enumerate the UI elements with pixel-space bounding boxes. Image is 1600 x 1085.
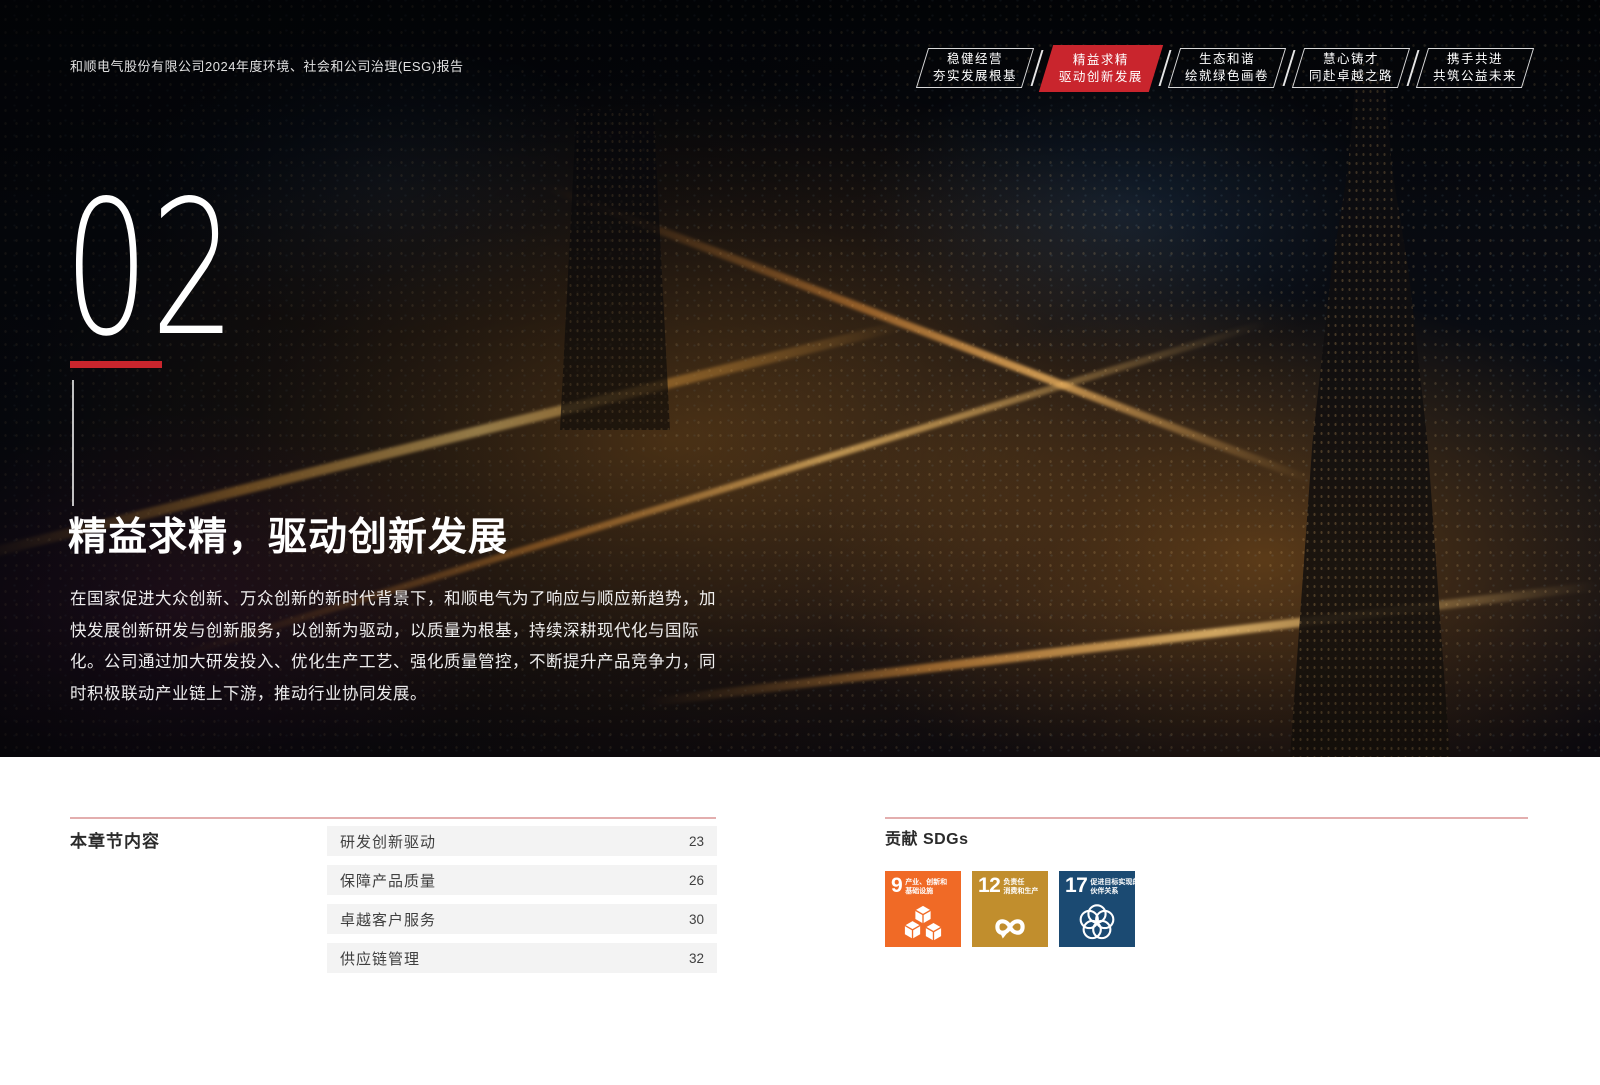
tab-ecology[interactable]: 生态和谐绘就绿色画卷 (1168, 48, 1286, 88)
sdg-title: 负责任消费和生产 (1003, 878, 1038, 896)
sdg12-infinity-icon (972, 911, 1048, 943)
sdg-12-tile: 12 负责任消费和生产 (972, 871, 1048, 947)
report-title: 和顺电气股份有限公司2024年度环境、社会和公司治理(ESG)报告 (70, 56, 464, 75)
sdg-9-tile: 9 产业、创新和基础设施 (885, 871, 961, 947)
sdg-heading: 贡献 SDGs (885, 825, 969, 849)
sdg-title: 促进目标实现的伙伴关系 (1090, 878, 1139, 896)
toc-item-label: 卓越客户服务 (340, 909, 436, 930)
chapter-vertical-line (72, 380, 74, 506)
sdg-tile-header: 9 产业、创新和基础设施 (891, 876, 955, 896)
sdg-number: 17 (1065, 876, 1087, 896)
sdg-icon-row: 9 产业、创新和基础设施 (885, 871, 1135, 947)
toc-item-page: 26 (689, 873, 704, 888)
hero-highway-streak (546, 183, 1314, 484)
chapter-tab-bar: 稳健经营夯实发展根基 精益求精驱动创新发展 生态和谐绘就绿色画卷 慧心铸才同赴卓… (922, 44, 1528, 92)
tab-label: 精益求精驱动创新发展 (1059, 51, 1143, 85)
toc-item-label: 研发创新驱动 (340, 831, 436, 852)
sdg9-cubes-icon (885, 903, 961, 943)
tab-label: 稳健经营夯实发展根基 (933, 51, 1017, 85)
chapter-intro: 在国家促进大众创新、万众创新的新时代背景下，和顺电气为了响应与顺应新趋势，加快发… (70, 584, 725, 710)
tab-label: 生态和谐绘就绿色画卷 (1185, 51, 1269, 85)
sdg-number: 12 (978, 876, 1000, 896)
toc-item-label: 供应链管理 (340, 948, 420, 969)
sdg17-circles-icon (1059, 901, 1135, 943)
toc-item-page: 32 (689, 951, 704, 966)
sdg-number: 9 (891, 876, 902, 896)
section-rule-left (70, 817, 716, 819)
chapter-title: 精益求精，驱动创新发展 (68, 506, 508, 562)
toc-item-label: 保障产品质量 (340, 870, 436, 891)
section-rule-right (885, 817, 1528, 819)
toc-item-page: 23 (689, 834, 704, 849)
hero-skyscraper-silhouette (560, 110, 670, 430)
toc-item[interactable]: 保障产品质量 26 (327, 865, 717, 895)
sdg-tile-header: 12 负责任消费和生产 (978, 876, 1042, 896)
sdg-tile-header: 17 促进目标实现的伙伴关系 (1065, 876, 1129, 896)
hero-skyscraper-silhouette (1290, 60, 1450, 757)
chapter-number: 02 (64, 176, 237, 362)
hero-highway-streak (643, 582, 1597, 708)
toc-item[interactable]: 研发创新驱动 23 (327, 826, 717, 856)
tab-innovation-active[interactable]: 精益求精驱动创新发展 (1039, 45, 1163, 92)
chapter-toc: 研发创新驱动 23 保障产品质量 26 卓越客户服务 30 供应链管理 32 (327, 826, 717, 982)
toc-item[interactable]: 供应链管理 32 (327, 943, 717, 973)
tab-steady-operation[interactable]: 稳健经营夯实发展根基 (916, 48, 1034, 88)
toc-item-page: 30 (689, 912, 704, 927)
tab-label: 慧心铸才同赴卓越之路 (1309, 51, 1393, 85)
chapter-red-underline (70, 361, 162, 368)
sdg-title: 产业、创新和基础设施 (905, 878, 947, 896)
tab-public-welfare[interactable]: 携手共进共筑公益未来 (1416, 48, 1534, 88)
tab-talent[interactable]: 慧心铸才同赴卓越之路 (1292, 48, 1410, 88)
toc-item[interactable]: 卓越客户服务 30 (327, 904, 717, 934)
esg-report-page: 和顺电气股份有限公司2024年度环境、社会和公司治理(ESG)报告 稳健经营夯实… (0, 0, 1600, 1085)
tab-label: 携手共进共筑公益未来 (1433, 51, 1517, 85)
toc-heading: 本章节内容 (70, 827, 160, 852)
sdg-17-tile: 17 促进目标实现的伙伴关系 (1059, 871, 1135, 947)
